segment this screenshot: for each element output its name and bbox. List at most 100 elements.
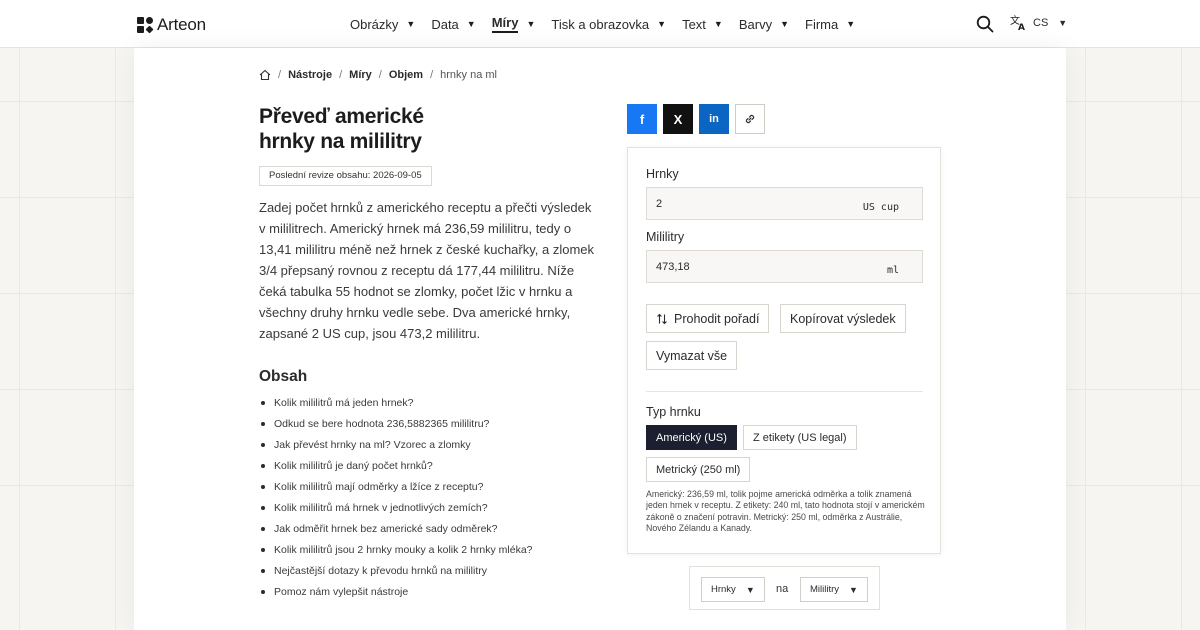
translate-icon: 文 A <box>1010 14 1025 31</box>
cups-input-value: 2 <box>656 198 663 210</box>
page-title: Převeď americké hrnky na mililitry <box>259 104 499 154</box>
nav-label: Tisk a obrazovka <box>551 16 650 32</box>
cup-type-us-option[interactable]: Americký (US) <box>646 425 737 450</box>
cups-input[interactable]: 2 US cup <box>646 187 923 220</box>
nav-item-tisk[interactable]: Tisk a obrazovka ▼ <box>551 0 666 48</box>
toc-link[interactable]: Odkud se bere hodnota 236,5882365 milili… <box>259 417 533 438</box>
milliliters-input-unit: ml <box>886 265 899 276</box>
table-of-contents: Kolik mililitrů má jeden hrnek? Odkud se… <box>259 396 533 606</box>
breadcrumb-link-miry[interactable]: Míry <box>349 69 372 81</box>
language-code: CS <box>1033 16 1049 29</box>
unit-selector: Hrnky ▼ na Mililitry ▼ <box>689 566 880 610</box>
toc-link[interactable]: Pomoz nám vylepšit nástroje <box>259 585 533 606</box>
nav-item-data[interactable]: Data ▼ <box>431 0 475 48</box>
milliliters-input[interactable]: 473,18 ml <box>646 250 923 283</box>
unit-selector-connector: na <box>776 583 789 595</box>
clear-all-button-label: Vymazat vše <box>656 348 728 363</box>
nav-label: Obrázky <box>350 16 399 32</box>
to-unit-select[interactable]: Mililitry ▼ <box>800 577 868 602</box>
caret-down-icon: ▼ <box>466 19 476 29</box>
converter-panel: Hrnky 2 US cup Mililitry 473,18 ml Proho… <box>627 147 941 554</box>
share-linkedin-button[interactable]: in <box>699 104 729 134</box>
background-grid-line <box>1181 48 1182 630</box>
nav-label: Barvy <box>738 16 773 32</box>
top-bar: Arteon Obrázky ▼ Data ▼ Míry ▼ Tisk a ob… <box>0 0 1200 48</box>
breadcrumb-separator: / <box>430 69 434 81</box>
nav-item-barvy[interactable]: Barvy ▼ <box>739 0 789 48</box>
nav-item-text[interactable]: Text ▼ <box>682 0 723 48</box>
page-title-line: hrnky na mililitry <box>259 130 422 153</box>
background-grid-line <box>1085 48 1086 630</box>
caret-down-icon: ▼ <box>780 19 789 29</box>
copy-result-button[interactable]: Kopírovat výsledek <box>780 304 906 333</box>
caret-down-icon: ▼ <box>713 19 723 29</box>
nav-label: Míry <box>491 15 519 33</box>
toc-link[interactable]: Kolik mililitrů jsou 2 hrnky mouky a kol… <box>259 543 533 564</box>
nav-item-miry[interactable]: Míry ▼ <box>491 0 536 48</box>
share-x-button[interactable]: X <box>663 104 693 134</box>
logo-mark-icon <box>137 17 154 34</box>
caret-down-icon: ▼ <box>526 19 536 29</box>
home-icon[interactable] <box>259 69 271 81</box>
cup-type-us-legal-option[interactable]: Z etikety (US legal) <box>743 425 857 450</box>
breadcrumb-link-objem[interactable]: Objem <box>389 69 423 81</box>
cup-type-label: Typ hrnku <box>646 405 701 419</box>
cup-type-option-label: Metrický (250 ml) <box>656 463 741 476</box>
nav-item-firma[interactable]: Firma ▼ <box>805 0 855 48</box>
toc-link[interactable]: Nejčastější dotazy k převodu hrnků na mi… <box>259 564 533 585</box>
toc-link[interactable]: Kolik mililitrů je daný počet hrnků? <box>259 459 533 480</box>
swap-button[interactable]: Prohodit pořadí <box>646 304 770 333</box>
toc-link[interactable]: Jak převést hrnky na ml? Vzorec a zlomky <box>259 438 533 459</box>
toc-link[interactable]: Kolik mililitrů mají odměrky a lžíce z r… <box>259 480 533 501</box>
background-grid-line <box>115 48 116 630</box>
from-unit-select-value: Hrnky <box>711 584 736 595</box>
svg-text:A: A <box>1018 23 1025 31</box>
search-icon[interactable] <box>976 15 994 33</box>
cups-input-unit: US cup <box>862 202 899 213</box>
caret-down-icon: ▼ <box>846 19 856 29</box>
intro-paragraph: Zadej počet hrnků z amerického receptu a… <box>259 200 595 341</box>
toc-link[interactable]: Kolik mililitrů má jeden hrnek? <box>259 396 533 417</box>
from-field-label: Hrnky <box>646 167 679 181</box>
nav-item-obrazky[interactable]: Obrázky ▼ <box>350 0 415 48</box>
nav-label: Text <box>682 16 706 32</box>
breadcrumb-separator: / <box>378 69 382 81</box>
linkedin-icon: in <box>709 113 719 125</box>
caret-down-icon: ▼ <box>657 19 667 29</box>
cup-type-option-label: Z etikety (US legal) <box>753 431 847 444</box>
link-icon <box>745 114 755 124</box>
caret-down-icon: ▼ <box>1058 17 1068 28</box>
nav-label: Data <box>431 16 459 32</box>
breadcrumb-current: hrnky na ml <box>440 69 497 81</box>
from-unit-select[interactable]: Hrnky ▼ <box>701 577 765 602</box>
toc-link[interactable]: Jak odměřit hrnek bez americké sady odmě… <box>259 522 533 543</box>
copy-link-button[interactable] <box>735 104 765 134</box>
toc-link[interactable]: Kolik mililitrů má hrnek v jednotlivých … <box>259 501 533 522</box>
logo[interactable]: Arteon <box>137 15 206 35</box>
breadcrumb: / Nástroje / Míry / Objem / hrnky na ml <box>259 69 497 81</box>
caret-down-icon: ▼ <box>745 584 755 595</box>
caret-down-icon: ▼ <box>406 19 416 29</box>
caret-down-icon: ▼ <box>849 584 858 595</box>
logo-text: Arteon <box>157 15 206 34</box>
milliliters-input-value: 473,18 <box>656 261 690 273</box>
background-grid-line <box>19 48 20 630</box>
language-switcher[interactable]: 文 A CS ▼ <box>1010 14 1067 31</box>
revision-badge: Poslední revize obsahu: 2026-09-05 <box>259 166 432 186</box>
cup-type-option-label: Americký (US) <box>656 431 727 444</box>
cup-type-note: Americký: 236,59 ml, tolik pojme americk… <box>646 489 925 533</box>
swap-button-label: Prohodit pořadí <box>674 311 760 326</box>
facebook-icon: f <box>639 111 645 127</box>
share-buttons: f X in <box>627 104 765 134</box>
breadcrumb-link-nastroje[interactable]: Nástroje <box>288 69 332 81</box>
copy-result-button-label: Kopírovat výsledek <box>790 311 896 326</box>
clear-all-button[interactable]: Vymazat vše <box>646 341 738 370</box>
swap-arrows-icon <box>657 313 667 324</box>
breadcrumb-separator: / <box>339 69 343 81</box>
share-facebook-button[interactable]: f <box>627 104 657 134</box>
toc-title: Obsah <box>259 368 308 385</box>
cup-type-metric-option[interactable]: Metrický (250 ml) <box>646 457 751 482</box>
x-icon: X <box>673 111 683 127</box>
breadcrumb-separator: / <box>278 69 282 81</box>
main-nav: Obrázky ▼ Data ▼ Míry ▼ Tisk a obrazovka… <box>350 0 871 48</box>
